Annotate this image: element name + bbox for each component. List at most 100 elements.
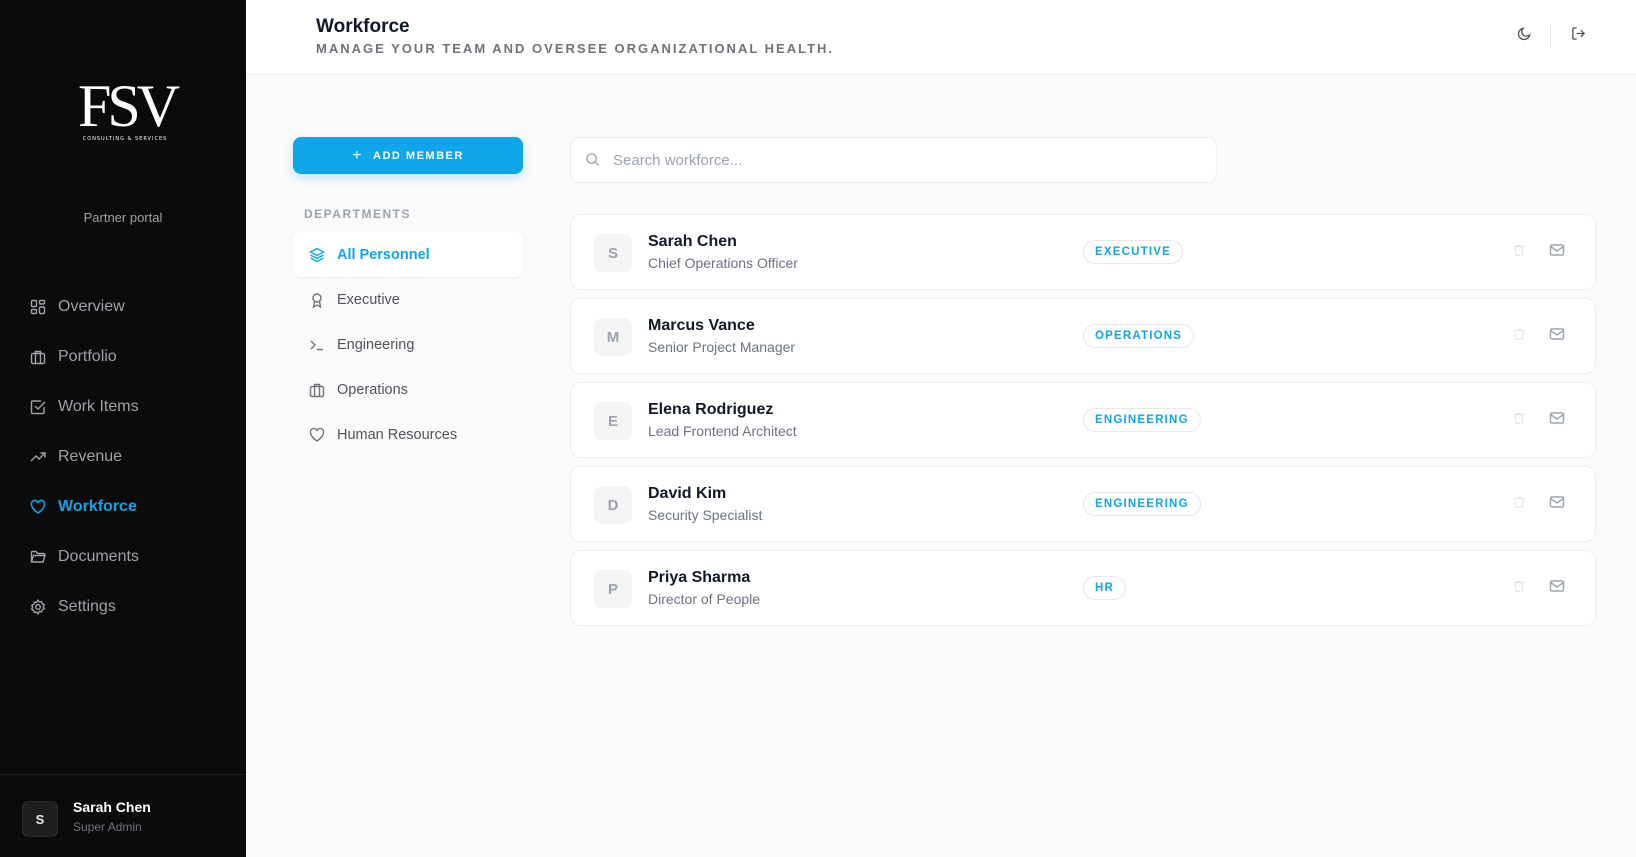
heart-icon: [30, 499, 46, 515]
avatar: S: [594, 234, 632, 272]
avatar: S: [22, 801, 58, 837]
member-list: S Sarah Chen Chief Operations Officer EX…: [570, 214, 1596, 634]
partner-portal-label: Partner portal: [83, 210, 163, 225]
award-icon: [309, 292, 325, 308]
member-row[interactable]: D David Kim Security Specialist ENGINEER…: [570, 466, 1596, 542]
avatar: E: [594, 402, 632, 440]
mail-icon: [1549, 410, 1565, 431]
member-name: Elena Rodriguez: [648, 401, 774, 418]
department-badge: HR: [1083, 576, 1127, 600]
email-member-button[interactable]: [1548, 495, 1566, 513]
avatar: D: [594, 486, 632, 524]
sidebar-item-label: Workforce: [58, 498, 137, 515]
page-title: Workforce: [316, 16, 410, 37]
search-icon: [585, 152, 601, 168]
moon-icon: [1517, 26, 1532, 46]
terminal-icon: [309, 337, 325, 353]
logo-text: FSV: [78, 73, 180, 139]
trending-up-icon: [30, 449, 46, 465]
department-badge: OPERATIONS: [1083, 324, 1195, 348]
email-member-button[interactable]: [1548, 411, 1566, 429]
sidebar: FSV CONSULTING & SERVICES Partner portal…: [0, 0, 246, 857]
layers-icon: [309, 247, 325, 263]
sidebar-item-portfolio[interactable]: Portfolio: [30, 332, 139, 382]
add-member-label: ADD MEMBER: [373, 149, 464, 162]
member-row[interactable]: M Marcus Vance Senior Project Manager OP…: [570, 298, 1596, 374]
department-item-operations[interactable]: Operations: [293, 367, 523, 412]
search-bar[interactable]: [570, 137, 1217, 183]
trash-icon: [1512, 495, 1526, 514]
logout-icon: [1571, 26, 1586, 46]
member-role: Chief Operations Officer: [648, 255, 798, 271]
member-name: Sarah Chen: [648, 233, 737, 250]
mail-icon: [1549, 494, 1565, 515]
plus-icon: +: [352, 146, 364, 164]
delete-member-button[interactable]: [1510, 243, 1528, 261]
member-role: Lead Frontend Architect: [648, 423, 797, 439]
trash-icon: [1512, 411, 1526, 430]
member-role: Senior Project Manager: [648, 339, 796, 355]
department-item-all-personnel[interactable]: All Personnel: [293, 232, 523, 277]
avatar: P: [594, 570, 632, 608]
email-member-button[interactable]: [1548, 327, 1566, 345]
department-label: Engineering: [337, 336, 415, 353]
sidebar-item-label: Settings: [58, 598, 116, 615]
member-row[interactable]: E Elena Rodriguez Lead Frontend Architec…: [570, 382, 1596, 458]
department-item-human-resources[interactable]: Human Resources: [293, 412, 523, 457]
header-divider: [1550, 24, 1551, 48]
sidebar-item-work-items[interactable]: Work Items: [30, 382, 139, 432]
delete-member-button[interactable]: [1510, 411, 1528, 429]
briefcase-icon: [309, 382, 325, 398]
member-role: Director of People: [648, 591, 761, 607]
company-logo[interactable]: FSV CONSULTING & SERVICES: [78, 73, 180, 148]
theme-toggle-button[interactable]: [1512, 24, 1536, 48]
sidebar-item-overview[interactable]: Overview: [30, 282, 139, 332]
gear-icon: [30, 599, 46, 615]
department-badge: EXECUTIVE: [1083, 240, 1183, 264]
sidebar-item-label: Work Items: [58, 398, 139, 415]
member-name: Priya Sharma: [648, 569, 751, 586]
department-filter-list: All Personnel Executive Engineering Oper…: [293, 232, 523, 457]
department-label: Operations: [337, 381, 408, 398]
department-label: Executive: [337, 291, 400, 308]
department-label: All Personnel: [337, 246, 430, 263]
mail-icon: [1549, 578, 1565, 599]
current-user-name: Sarah Chen: [73, 799, 151, 815]
mail-icon: [1549, 242, 1565, 263]
sidebar-item-documents[interactable]: Documents: [30, 532, 139, 582]
member-name: Marcus Vance: [648, 317, 755, 334]
email-member-button[interactable]: [1548, 243, 1566, 261]
grid-icon: [30, 299, 46, 315]
member-name: David Kim: [648, 485, 727, 502]
sidebar-nav: Overview Portfolio Work Items Revenue Wo…: [30, 282, 139, 632]
department-label: Human Resources: [337, 426, 458, 443]
department-item-executive[interactable]: Executive: [293, 277, 523, 322]
add-member-button[interactable]: + ADD MEMBER: [293, 137, 523, 174]
current-user-role: Super Admin: [73, 820, 142, 834]
sidebar-item-workforce[interactable]: Workforce: [30, 482, 139, 532]
department-badge: ENGINEERING: [1083, 408, 1201, 432]
member-role: Security Specialist: [648, 507, 763, 523]
sidebar-item-revenue[interactable]: Revenue: [30, 432, 139, 482]
current-user-panel[interactable]: S Sarah Chen Super Admin: [0, 774, 246, 857]
member-row[interactable]: S Sarah Chen Chief Operations Officer EX…: [570, 214, 1596, 290]
logout-button[interactable]: [1566, 24, 1590, 48]
trash-icon: [1512, 243, 1526, 262]
sidebar-item-label: Overview: [58, 298, 125, 315]
search-input[interactable]: [613, 151, 1193, 169]
logo-subtext: CONSULTING & SERVICES: [82, 136, 168, 142]
delete-member-button[interactable]: [1510, 327, 1528, 345]
delete-member-button[interactable]: [1510, 495, 1528, 513]
sidebar-item-settings[interactable]: Settings: [30, 582, 139, 632]
delete-member-button[interactable]: [1510, 579, 1528, 597]
briefcase-icon: [30, 349, 46, 365]
mail-icon: [1549, 326, 1565, 347]
departments-heading: DEPARTMENTS: [304, 207, 411, 221]
department-item-engineering[interactable]: Engineering: [293, 322, 523, 367]
checkbox-icon: [30, 399, 46, 415]
email-member-button[interactable]: [1548, 579, 1566, 597]
sidebar-item-label: Portfolio: [58, 348, 117, 365]
member-row[interactable]: P Priya Sharma Director of People HR: [570, 550, 1596, 626]
trash-icon: [1512, 327, 1526, 346]
department-badge: ENGINEERING: [1083, 492, 1201, 516]
